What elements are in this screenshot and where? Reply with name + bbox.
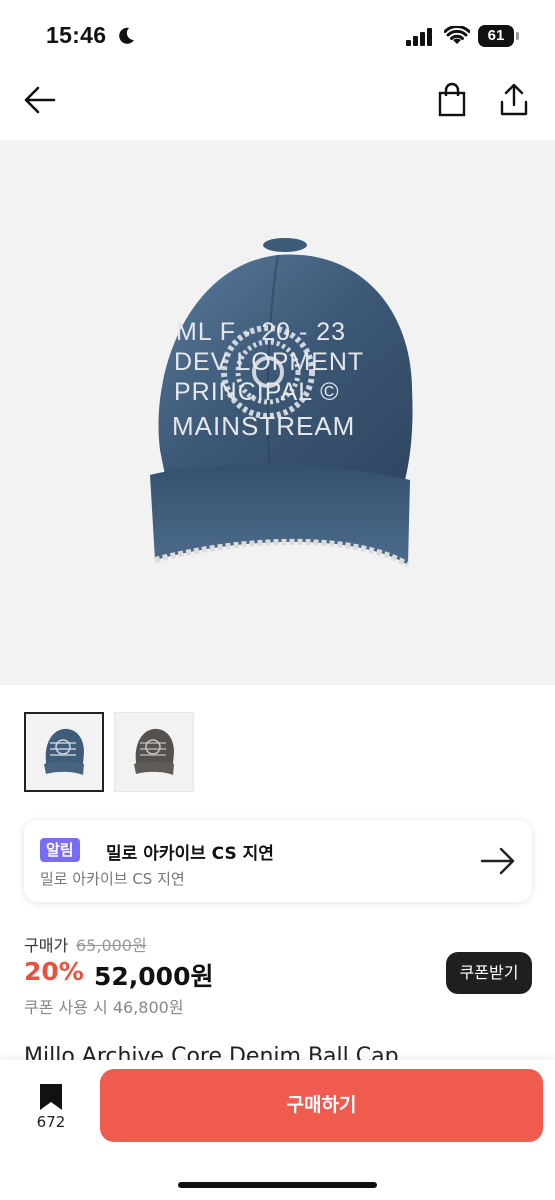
share-icon[interactable] bbox=[494, 80, 534, 120]
notice-badge: 알림 bbox=[40, 838, 80, 862]
battery-cap bbox=[516, 32, 519, 40]
get-coupon-button[interactable]: 쿠폰받기 bbox=[446, 952, 532, 994]
notice-subtitle: 밀로 아카이브 CS 지연 bbox=[40, 870, 185, 888]
sale-price: 52,000원 bbox=[94, 962, 214, 991]
bottom-action-bar: 672 구매하기 bbox=[0, 1060, 555, 1200]
signal-icon bbox=[406, 28, 432, 46]
thumbnail-black-cap[interactable] bbox=[114, 712, 194, 792]
notice-title: 밀로 아카이브 CS 지연 bbox=[106, 844, 274, 864]
black-cap-thumbnail-image bbox=[134, 728, 174, 775]
buy-button[interactable]: 구매하기 bbox=[100, 1069, 543, 1142]
denim-cap-illustration: ML F · 20 - 23 DEV LOPMENT PRINCIPAL © M… bbox=[150, 238, 413, 568]
home-indicator bbox=[178, 1182, 377, 1188]
discount-rate: 20% bbox=[24, 957, 84, 986]
status-bar: 15:46 61 bbox=[0, 0, 555, 70]
coupon-price-text: 쿠폰 사용 시 46,800원 bbox=[24, 998, 184, 1017]
blue-cap-thumbnail-image bbox=[44, 728, 84, 775]
bookmark-icon[interactable] bbox=[36, 1082, 66, 1112]
moon-icon bbox=[119, 27, 134, 44]
arrow-left-icon[interactable] bbox=[20, 80, 60, 120]
cap-text-line-2: DEV LOPMENT bbox=[174, 348, 364, 376]
product-image[interactable]: ML F · 20 - 23 DEV LOPMENT PRINCIPAL © M… bbox=[0, 140, 555, 685]
status-time: 15:46 bbox=[46, 22, 107, 48]
bookmark-count: 672 bbox=[36, 1113, 66, 1131]
cap-text-line-4: MAINSTREAM bbox=[172, 411, 355, 441]
arrow-right-icon[interactable] bbox=[479, 844, 517, 878]
notice-card[interactable]: 알림 밀로 아카이브 CS 지연 밀로 아카이브 CS 지연 bbox=[24, 820, 532, 902]
wifi-icon bbox=[444, 26, 470, 44]
thumbnail-blue-cap[interactable] bbox=[24, 712, 104, 792]
shopping-bag-icon[interactable] bbox=[432, 80, 472, 120]
cap-text-line-1: ML F · 20 - 23 bbox=[176, 318, 346, 346]
product-page: 15:46 61 ML F · 20 - 23 DEV LOPMENT PRIN… bbox=[0, 0, 555, 1200]
original-price: 65,000원 bbox=[76, 936, 147, 955]
battery-level: 61 bbox=[478, 25, 514, 47]
price-label: 구매가 bbox=[24, 936, 69, 955]
cap-text-line-3: PRINCIPAL © bbox=[174, 378, 340, 406]
nav-bar bbox=[0, 70, 555, 138]
battery-indicator: 61 bbox=[478, 25, 520, 47]
